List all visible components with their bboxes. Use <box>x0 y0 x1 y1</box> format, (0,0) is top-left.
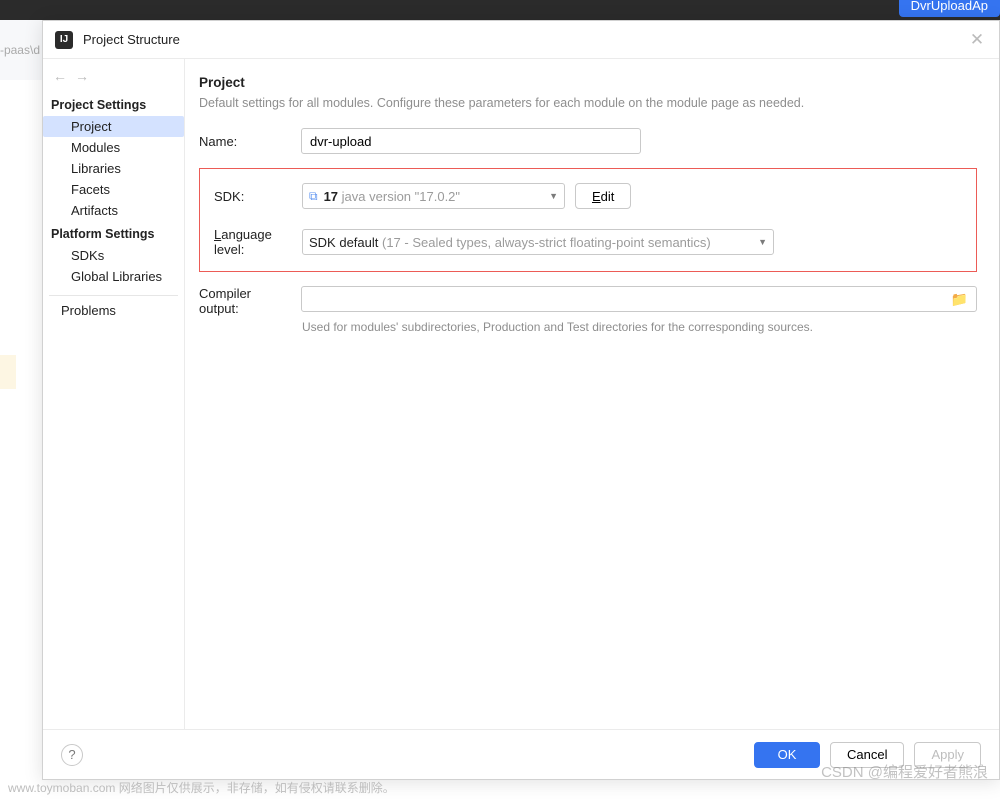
nav-history: ← → <box>43 68 184 92</box>
dialog-title: Project Structure <box>83 32 180 47</box>
sidebar-item-label: Modules <box>71 140 120 155</box>
intellij-icon: IJ <box>55 31 73 49</box>
footer-buttons: OK Cancel Apply <box>754 742 981 768</box>
name-input[interactable] <box>301 128 641 154</box>
sidebar-divider <box>49 295 178 296</box>
language-level-value: SDK default (17 - Sealed types, always-s… <box>309 235 711 250</box>
edit-sdk-button[interactable]: Edit <box>575 183 631 209</box>
section-project-settings: Project Settings <box>43 92 184 116</box>
folder-icon[interactable]: 📁 <box>951 291 968 308</box>
language-level-row: Language level: SDK default (17 - Sealed… <box>214 227 958 257</box>
name-label: Name: <box>199 134 291 149</box>
dialog-footer: ? OK Cancel Apply <box>43 729 999 779</box>
watermark-bottom-left: www.toymoban.com 网络图片仅供展示，非存储，如有侵权请联系删除。 <box>8 779 395 796</box>
sidebar-item-label: SDKs <box>71 248 104 263</box>
run-config-label: DvrUploadAp <box>911 0 988 13</box>
sidebar-item-facets[interactable]: Facets <box>43 179 184 200</box>
name-row: Name: <box>199 128 977 154</box>
page-subtitle: Default settings for all modules. Config… <box>199 96 977 110</box>
sidebar-item-sdks[interactable]: SDKs <box>43 245 184 266</box>
content-pane: Project Default settings for all modules… <box>185 59 999 729</box>
sdk-label: SDK: <box>214 189 292 204</box>
cancel-button[interactable]: Cancel <box>830 742 904 768</box>
close-icon[interactable]: ✕ <box>967 30 987 50</box>
ok-button[interactable]: OK <box>754 742 820 768</box>
compiler-output-helper: Used for modules' subdirectories, Produc… <box>302 320 977 334</box>
main-toolbar: DvrUploadAp <box>0 0 1000 20</box>
sidebar-item-label: Project <box>71 119 111 134</box>
sidebar-item-libraries[interactable]: Libraries <box>43 158 184 179</box>
project-structure-dialog: IJ Project Structure ✕ ← → Project Setti… <box>42 20 1000 780</box>
section-platform-settings: Platform Settings <box>43 221 184 245</box>
compiler-output-input[interactable]: 📁 <box>301 286 977 312</box>
path-text: r-paas\d <box>0 43 40 57</box>
ok-label: OK <box>778 747 797 762</box>
sdk-row: SDK: ⧉ 17 java version "17.0.2" ▼ Edit <box>214 183 958 209</box>
sidebar-item-global-libraries[interactable]: Global Libraries <box>43 266 184 287</box>
chevron-down-icon: ▼ <box>549 191 558 201</box>
background-tool-tab <box>0 355 16 389</box>
background-path-strip: r-paas\d <box>0 20 42 80</box>
compiler-output-label: Compiler output: <box>199 286 291 316</box>
run-config-button[interactable]: DvrUploadAp <box>899 0 1000 17</box>
sidebar-item-modules[interactable]: Modules <box>43 137 184 158</box>
nav-back-icon[interactable]: ← <box>53 68 67 84</box>
sdk-edit-label-rest: dit <box>601 189 615 204</box>
sdk-value: 17 java version "17.0.2" <box>324 189 460 204</box>
language-level-label: Language level: <box>214 227 292 257</box>
sidebar-item-label: Global Libraries <box>71 269 162 284</box>
dialog-header: IJ Project Structure ✕ <box>43 21 999 59</box>
sdk-folder-icon: ⧉ <box>309 189 318 204</box>
sidebar-item-project[interactable]: Project <box>43 116 184 137</box>
sidebar-item-label: Problems <box>61 303 116 318</box>
nav-forward-icon[interactable]: → <box>75 68 89 84</box>
sidebar: ← → Project Settings Project Modules Lib… <box>43 59 185 729</box>
chevron-down-icon: ▼ <box>758 237 767 247</box>
sidebar-item-problems[interactable]: Problems <box>43 300 184 321</box>
cancel-label: Cancel <box>847 747 887 762</box>
sidebar-item-label: Libraries <box>71 161 121 176</box>
sdk-highlight-box: SDK: ⧉ 17 java version "17.0.2" ▼ Edit L… <box>199 168 977 272</box>
sidebar-item-label: Artifacts <box>71 203 118 218</box>
language-level-dropdown[interactable]: SDK default (17 - Sealed types, always-s… <box>302 229 774 255</box>
page-title: Project <box>199 75 977 90</box>
apply-label: Apply <box>931 747 964 762</box>
compiler-output-row: Compiler output: 📁 <box>199 286 977 316</box>
sidebar-item-artifacts[interactable]: Artifacts <box>43 200 184 221</box>
sidebar-item-label: Facets <box>71 182 110 197</box>
dialog-body: ← → Project Settings Project Modules Lib… <box>43 59 999 729</box>
help-icon[interactable]: ? <box>61 744 83 766</box>
apply-button[interactable]: Apply <box>914 742 981 768</box>
sdk-dropdown[interactable]: ⧉ 17 java version "17.0.2" ▼ <box>302 183 565 209</box>
